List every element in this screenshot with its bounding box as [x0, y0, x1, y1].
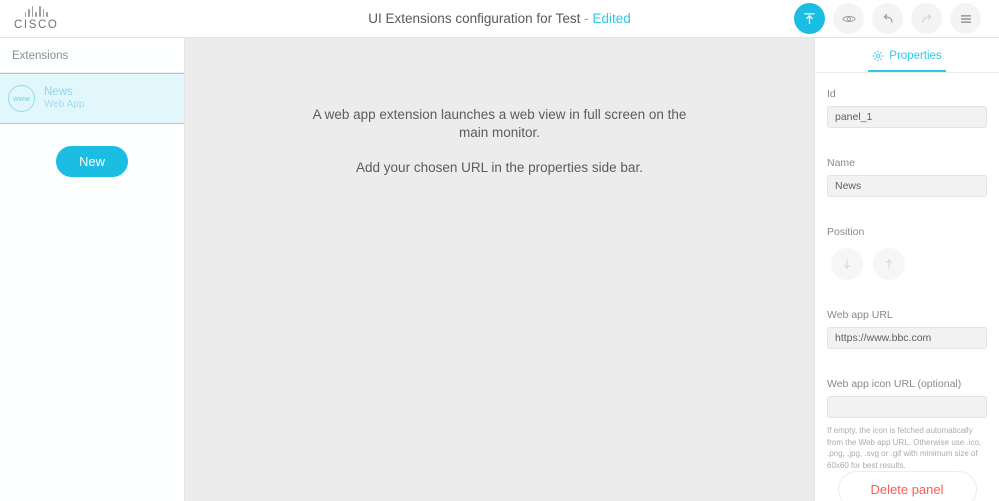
- new-button[interactable]: New: [55, 146, 128, 177]
- field-web-app-url-label: Web app URL: [827, 309, 893, 321]
- field-id-label: Id: [827, 88, 836, 100]
- field-web-app-icon-url: Web app icon URL (optional): [815, 363, 999, 418]
- preview-button[interactable]: [833, 3, 864, 34]
- field-position-label: Position: [827, 226, 865, 238]
- position-buttons: [827, 244, 987, 280]
- undo-arrow-icon: [883, 13, 893, 23]
- page-title-text: UI Extensions configuration for Test: [368, 11, 581, 26]
- eye-icon: [841, 15, 856, 22]
- undo-button[interactable]: [872, 3, 903, 34]
- tab-properties-label: Properties: [889, 50, 942, 62]
- field-name-label: Name: [827, 157, 856, 169]
- list-item-name: News: [44, 86, 73, 99]
- header-actions: [794, 3, 991, 34]
- new-button-container: New: [0, 124, 184, 177]
- app-body: Extensions www News Web App New A web ap…: [0, 38, 999, 501]
- cisco-logo-bars-icon: [24, 6, 48, 17]
- field-name: Name: [815, 142, 999, 197]
- properties-panel: Properties Id Name Position: [814, 38, 999, 501]
- redo-button[interactable]: [911, 3, 942, 34]
- web-app-icon-hint: If empty, the icon is fetched automatica…: [827, 426, 982, 470]
- list-item-type: Web App: [44, 99, 85, 111]
- main-description-line-2: Add your chosen URL in the properties si…: [356, 159, 643, 175]
- field-id: Id: [815, 73, 999, 128]
- edited-separator: -: [584, 11, 589, 26]
- field-web-app-url: Web app URL: [815, 294, 999, 349]
- arrow-up-icon: [885, 259, 893, 269]
- app-root: CISCO UI Extensions configuration for Te…: [0, 0, 999, 501]
- name-input[interactable]: [827, 175, 987, 197]
- tab-properties[interactable]: Properties: [868, 38, 946, 72]
- upload-icon: [804, 13, 815, 24]
- id-input[interactable]: [827, 106, 987, 128]
- list-item-text: News Web App: [44, 85, 84, 112]
- main-canvas: A web app extension launches a web view …: [185, 38, 814, 501]
- arrow-down-icon: [843, 259, 851, 269]
- delete-button-container: Delete panel: [815, 471, 999, 501]
- sidebar-title: Extensions: [0, 38, 184, 73]
- cisco-logo: CISCO: [14, 6, 58, 31]
- menu-button[interactable]: [950, 3, 981, 34]
- web-app-url-input[interactable]: [827, 327, 987, 349]
- edited-badge: Edited: [592, 11, 631, 26]
- app-header: CISCO UI Extensions configuration for Te…: [0, 0, 999, 38]
- logo-area: CISCO: [0, 6, 180, 31]
- field-position: Position: [815, 211, 999, 280]
- cisco-logo-text: CISCO: [14, 19, 59, 31]
- move-down-button[interactable]: [831, 248, 863, 280]
- www-icon: www: [8, 85, 35, 112]
- gear-icon: [872, 50, 884, 62]
- main-description-line-1: A web app extension launches a web view …: [312, 107, 687, 140]
- field-web-app-icon-url-label: Web app icon URL (optional): [827, 378, 962, 390]
- hamburger-menu-icon: [960, 14, 971, 23]
- move-up-button[interactable]: [873, 248, 905, 280]
- upload-button[interactable]: [794, 3, 825, 34]
- list-item[interactable]: www News Web App: [0, 73, 184, 124]
- redo-arrow-icon: [921, 13, 931, 23]
- properties-tabbar: Properties: [815, 38, 999, 73]
- extensions-sidebar: Extensions www News Web App New: [0, 38, 185, 501]
- delete-panel-button[interactable]: Delete panel: [837, 471, 977, 501]
- web-app-icon-url-input[interactable]: [827, 396, 987, 418]
